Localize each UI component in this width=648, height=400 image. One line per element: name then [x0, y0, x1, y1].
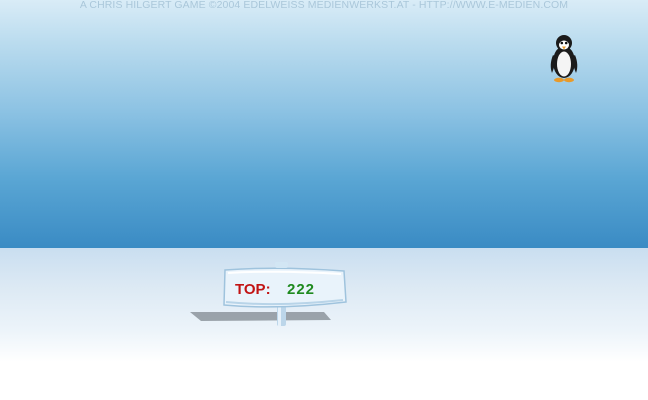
credits-text: A CHRIS HILGERT GAME ©2004 EDELWEISS MED…: [79, 0, 569, 11]
game-stage[interactable]: A CHRIS HILGERT GAME ©2004 EDELWEISS MED…: [0, 0, 648, 400]
top-score-sign: TOP: 222: [188, 258, 358, 332]
penguin-icon[interactable]: [548, 33, 580, 83]
top-score-value: 222: [287, 281, 316, 298]
top-score-label: TOP:: [235, 281, 271, 298]
